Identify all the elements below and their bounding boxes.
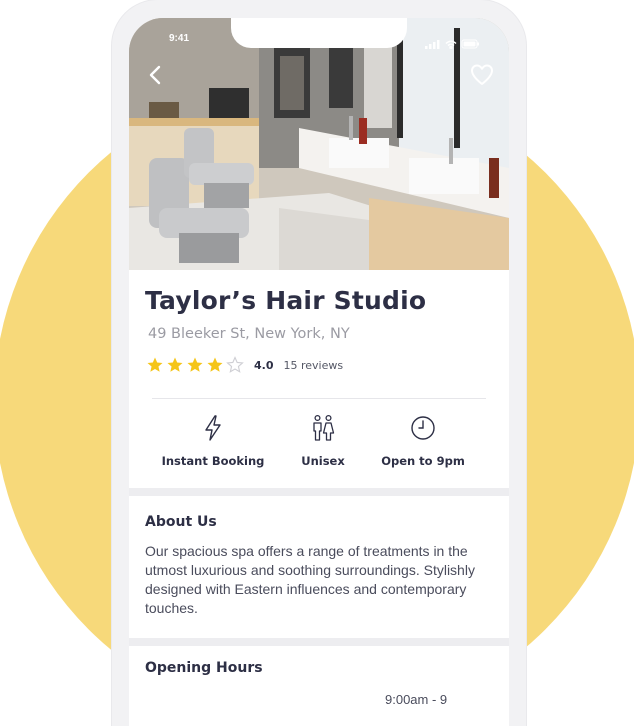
status-icons [425, 34, 481, 53]
feature-label: Open to 9pm [381, 454, 465, 468]
phone-frame: 9:41 Taylor’s Hair Studio 49 Bleeker St,… [112, 0, 526, 726]
star-filled-icon [207, 357, 223, 372]
star-empty-icon [226, 356, 244, 373]
section-separator [129, 638, 509, 646]
divider [152, 398, 486, 399]
favorite-button[interactable] [469, 62, 495, 88]
feature-instant-booking: Instant Booking [153, 414, 273, 468]
about-text: Our spacious spa offers a range of treat… [145, 543, 475, 616]
back-button[interactable] [143, 62, 169, 88]
male-female-icon [313, 414, 335, 441]
about-section: About Us Our spacious spa offers a range… [129, 496, 509, 638]
opening-hours-title: Opening Hours [145, 660, 263, 676]
rating-value: 4.0 [254, 358, 274, 372]
clock-icon [411, 416, 435, 440]
section-separator [129, 488, 509, 496]
star-filled-icon [167, 357, 183, 372]
lightning-icon [205, 415, 221, 441]
signal-icon [425, 40, 440, 49]
screen: 9:41 Taylor’s Hair Studio 49 Bleeker St,… [129, 18, 509, 726]
star-filled-icon [147, 357, 163, 372]
business-info: Taylor’s Hair Studio 49 Bleeker St, New … [129, 270, 509, 488]
rating-row[interactable]: 4.0 15 reviews [146, 356, 343, 374]
hours-time: 9:00am - 9 [385, 692, 448, 707]
opening-hours-section: Opening Hours 9:00am - 9 [129, 646, 509, 726]
hero-image [129, 18, 509, 270]
about-title: About Us [145, 514, 217, 530]
heart-icon [471, 64, 493, 85]
notch [231, 18, 407, 48]
battery-icon [461, 39, 479, 49]
business-address: 49 Bleeker St, New York, NY [148, 326, 350, 342]
star-filled-icon [187, 357, 203, 372]
business-name: Taylor’s Hair Studio [145, 286, 427, 315]
chevron-left-icon [149, 65, 161, 85]
wifi-icon [445, 40, 457, 50]
feature-open-hours: Open to 9pm [363, 414, 483, 468]
status-time: 9:41 [169, 33, 190, 44]
feature-label: Instant Booking [161, 454, 265, 468]
review-count[interactable]: 15 reviews [284, 359, 344, 372]
